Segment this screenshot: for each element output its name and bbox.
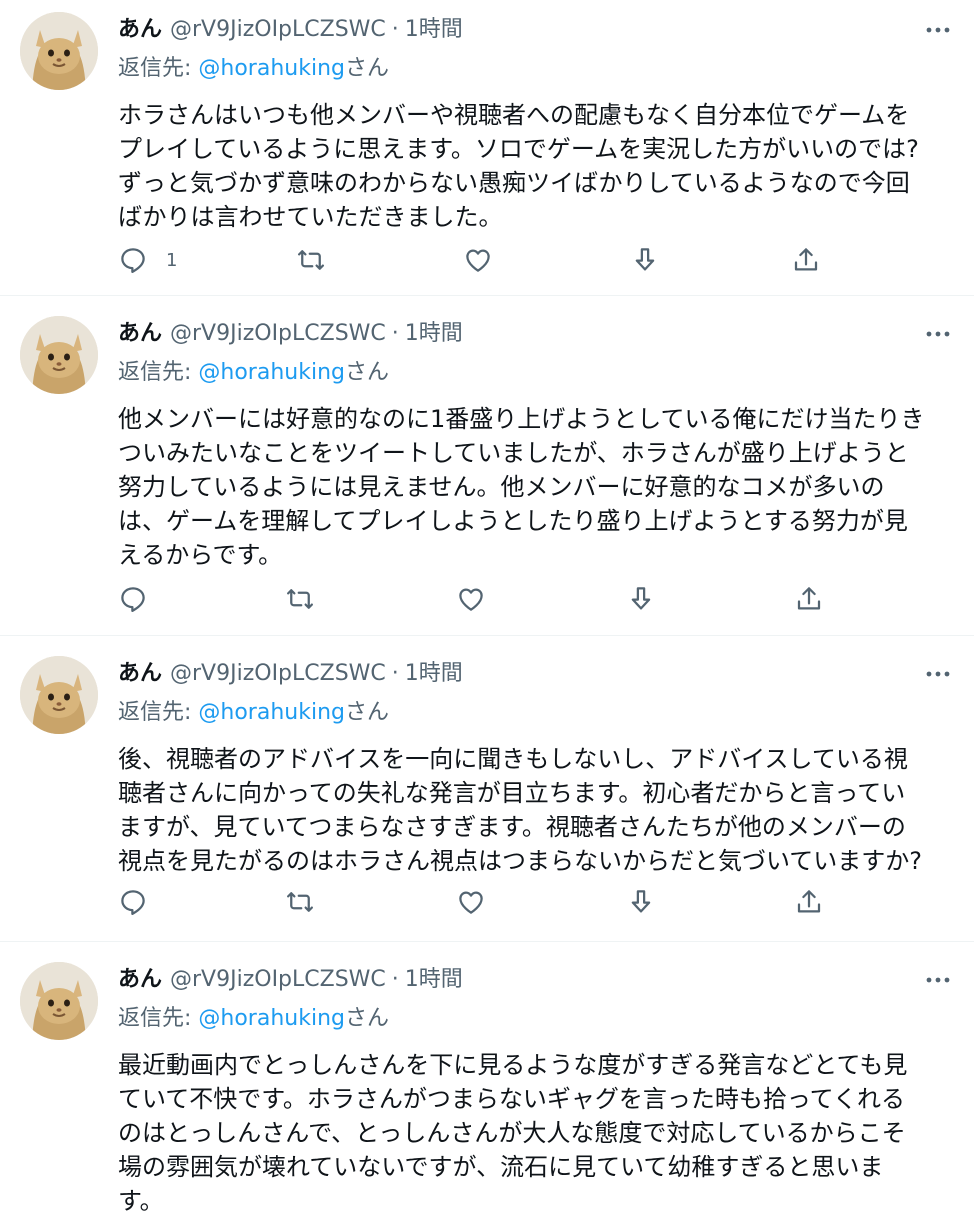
timestamp[interactable]: 1時間 <box>405 10 463 50</box>
replying-to: 返信先: @horahukingさん <box>118 1000 954 1038</box>
reply-button[interactable] <box>118 882 166 922</box>
avatar[interactable] <box>20 12 98 90</box>
more-dots-icon[interactable] <box>922 964 954 996</box>
reply-mention-link[interactable]: @horahuking <box>198 1006 345 1031</box>
heart-icon <box>459 891 483 914</box>
more-dots-icon[interactable] <box>922 14 954 46</box>
download-arrow-icon <box>631 587 651 610</box>
retweet-icon <box>298 250 324 270</box>
retweet-icon <box>287 589 313 609</box>
display-name[interactable]: あん <box>118 10 162 50</box>
timestamp[interactable]: 1時間 <box>405 314 463 354</box>
reply-mention-link[interactable]: @horahuking <box>198 56 345 81</box>
tweet-header: あん @rV9JizOIpLCZSWC · 1時間 <box>118 654 954 694</box>
user-handle[interactable]: @rV9JizOIpLCZSWC <box>170 10 386 50</box>
reply-prefix: 返信先: <box>118 56 199 81</box>
user-handle[interactable]: @rV9JizOIpLCZSWC <box>170 654 386 694</box>
share-button[interactable] <box>791 240 821 280</box>
share-button[interactable] <box>794 882 824 922</box>
download-arrow-icon <box>631 890 651 913</box>
share-button[interactable] <box>794 579 824 619</box>
reply-mention-link[interactable]: @horahuking <box>198 360 345 385</box>
tweet-actions: 1 <box>118 240 838 280</box>
reply-bubble-icon <box>121 890 145 915</box>
download-arrow-icon <box>635 248 655 271</box>
like-button[interactable] <box>456 882 486 922</box>
reply-suffix: さん <box>344 700 389 725</box>
timestamp[interactable]: 1時間 <box>405 654 463 694</box>
replying-to: 返信先: @horahukingさん <box>118 694 954 732</box>
tweet[interactable]: あん @rV9JizOIpLCZSWC · 1時間 返信先: @horahuki… <box>0 0 974 296</box>
heart-icon <box>459 588 483 611</box>
separator: · <box>391 17 399 42</box>
reply-count: 1 <box>166 249 178 271</box>
retweet-button[interactable] <box>296 240 326 280</box>
avatar[interactable] <box>20 962 98 1040</box>
download-button[interactable] <box>630 240 660 280</box>
retweet-icon <box>287 892 313 912</box>
reply-suffix: さん <box>344 1006 389 1031</box>
tweet-actions <box>118 579 838 619</box>
display-name[interactable]: あん <box>118 960 162 1000</box>
tweet-header: あん @rV9JizOIpLCZSWC · 1時間 <box>118 10 954 50</box>
tweet[interactable]: あん @rV9JizOIpLCZSWC · 1時間 返信先: @horahuki… <box>0 942 974 1215</box>
reply-mention-link[interactable]: @horahuking <box>198 700 345 725</box>
download-button[interactable] <box>626 579 656 619</box>
like-button[interactable] <box>456 579 486 619</box>
more-dots-icon[interactable] <box>922 658 954 690</box>
tweet-actions <box>118 882 838 922</box>
tweet-header: あん @rV9JizOIpLCZSWC · 1時間 <box>118 960 954 1000</box>
replying-to: 返信先: @horahukingさん <box>118 50 954 88</box>
tweet[interactable]: あん @rV9JizOIpLCZSWC · 1時間 返信先: @horahuki… <box>0 296 974 636</box>
separator: · <box>391 321 399 346</box>
more-dots-icon[interactable] <box>922 318 954 350</box>
avatar[interactable] <box>20 656 98 734</box>
reply-prefix: 返信先: <box>118 700 199 725</box>
reply-prefix: 返信先: <box>118 1006 199 1031</box>
user-handle[interactable]: @rV9JizOIpLCZSWC <box>170 960 386 1000</box>
share-upload-icon <box>797 587 821 610</box>
user-handle[interactable]: @rV9JizOIpLCZSWC <box>170 314 386 354</box>
reply-bubble-icon <box>121 248 145 273</box>
reply-button[interactable]: 1 <box>118 240 177 280</box>
replying-to: 返信先: @horahukingさん <box>118 354 954 392</box>
retweet-button[interactable] <box>285 579 315 619</box>
download-button[interactable] <box>626 882 656 922</box>
reply-suffix: さん <box>344 56 389 81</box>
like-button[interactable] <box>463 240 493 280</box>
tweet[interactable]: あん @rV9JizOIpLCZSWC · 1時間 返信先: @horahuki… <box>0 636 974 942</box>
tweet-header: あん @rV9JizOIpLCZSWC · 1時間 <box>118 314 954 354</box>
retweet-button[interactable] <box>285 882 315 922</box>
tweet-text: 後、視聴者のアドバイスを一向に聞きもしないし、アドバイスしている視 聴者さんに向… <box>118 745 923 875</box>
timestamp[interactable]: 1時間 <box>405 960 463 1000</box>
reply-prefix: 返信先: <box>118 360 199 385</box>
reply-suffix: さん <box>344 360 389 385</box>
display-name[interactable]: あん <box>118 314 162 354</box>
avatar[interactable] <box>20 316 98 394</box>
reply-button[interactable] <box>118 579 166 619</box>
tweet-text: ホラさんはいつも他メンバーや視聴者への配慮もなく自分本位でゲームを プレイしてい… <box>118 101 919 231</box>
separator: · <box>391 661 399 686</box>
tweet-text: 最近動画内でとっしんさんを下に見るような度がすぎる発言などとても見 ていて不快で… <box>118 1051 908 1215</box>
share-upload-icon <box>794 248 818 271</box>
heart-icon <box>466 249 490 272</box>
reply-bubble-icon <box>121 587 145 612</box>
share-upload-icon <box>797 890 821 913</box>
display-name[interactable]: あん <box>118 654 162 694</box>
separator: · <box>391 967 399 992</box>
tweet-text: 他メンバーには好意的なのに1番盛り上げようとしている俺にだけ当たりき ついみたい… <box>118 405 925 569</box>
